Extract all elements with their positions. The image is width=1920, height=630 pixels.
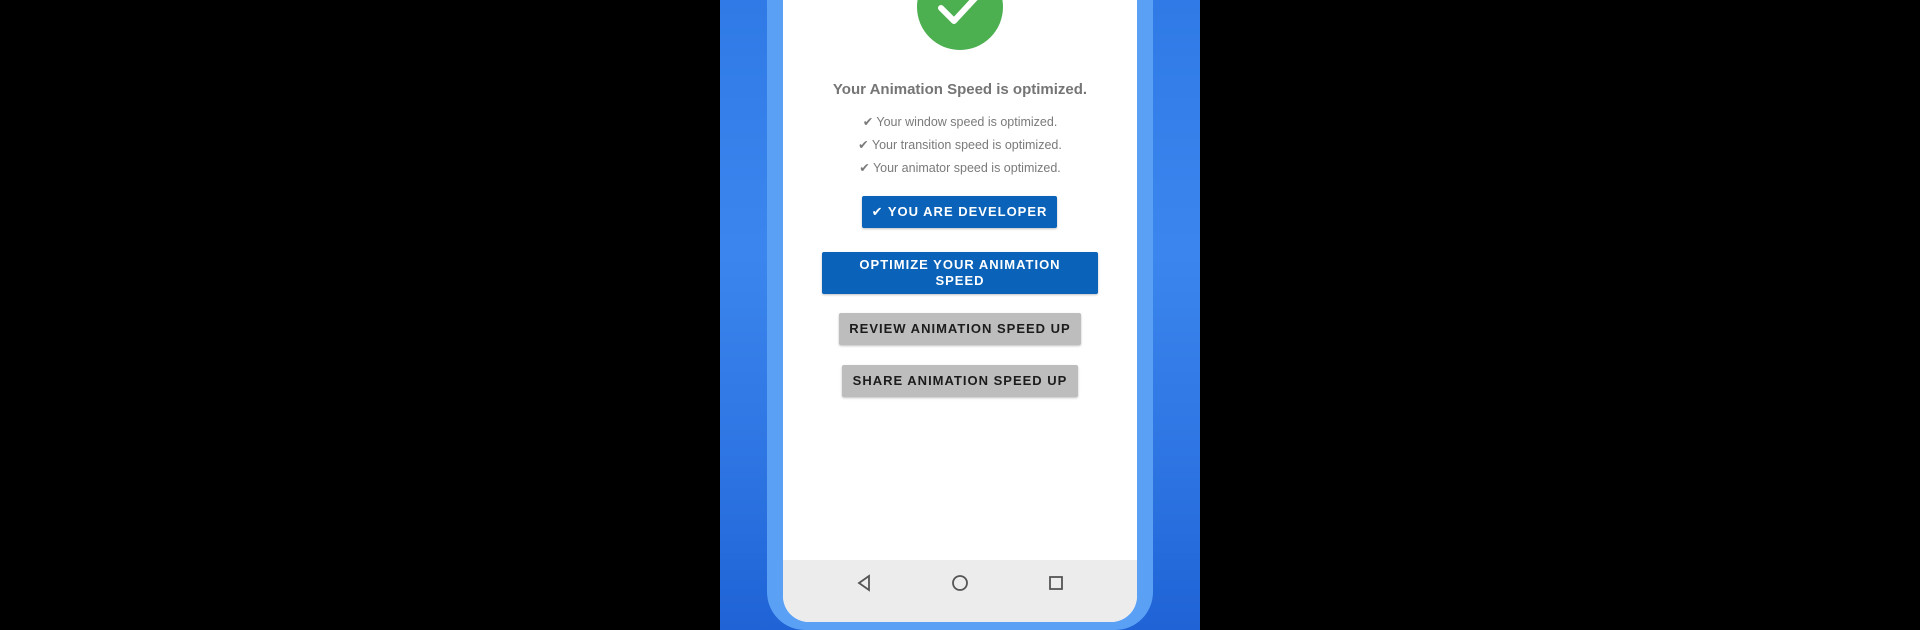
- window-speed-status: ✔ Your window speed is optimized.: [862, 115, 1058, 129]
- success-check-icon: [917, 0, 1003, 50]
- developer-button[interactable]: ✔ YOU ARE DEVELOPER: [862, 196, 1057, 228]
- optimize-animation-button[interactable]: OPTIMIZE YOUR ANIMATION SPEED: [822, 252, 1098, 294]
- back-icon[interactable]: [855, 574, 873, 597]
- recents-icon[interactable]: [1047, 574, 1065, 597]
- promo-background: Your Animation Speed is optimized. ✔ You…: [720, 0, 1200, 630]
- phone-frame: Your Animation Speed is optimized. ✔ You…: [767, 0, 1153, 630]
- transition-speed-status: ✔ Your transition speed is optimized.: [858, 138, 1062, 152]
- animator-speed-status: ✔ Your animator speed is optimized.: [859, 161, 1061, 175]
- home-icon[interactable]: [951, 574, 969, 597]
- phone-screen: Your Animation Speed is optimized. ✔ You…: [783, 0, 1137, 622]
- system-navigation-bar: [783, 560, 1137, 622]
- share-button[interactable]: SHARE ANIMATION SPEED UP: [842, 365, 1078, 397]
- review-button[interactable]: REVIEW ANIMATION SPEED UP: [839, 313, 1081, 345]
- optimized-headline: Your Animation Speed is optimized.: [832, 81, 1088, 98]
- screenshot-stage: Your Animation Speed is optimized. ✔ You…: [0, 0, 1920, 630]
